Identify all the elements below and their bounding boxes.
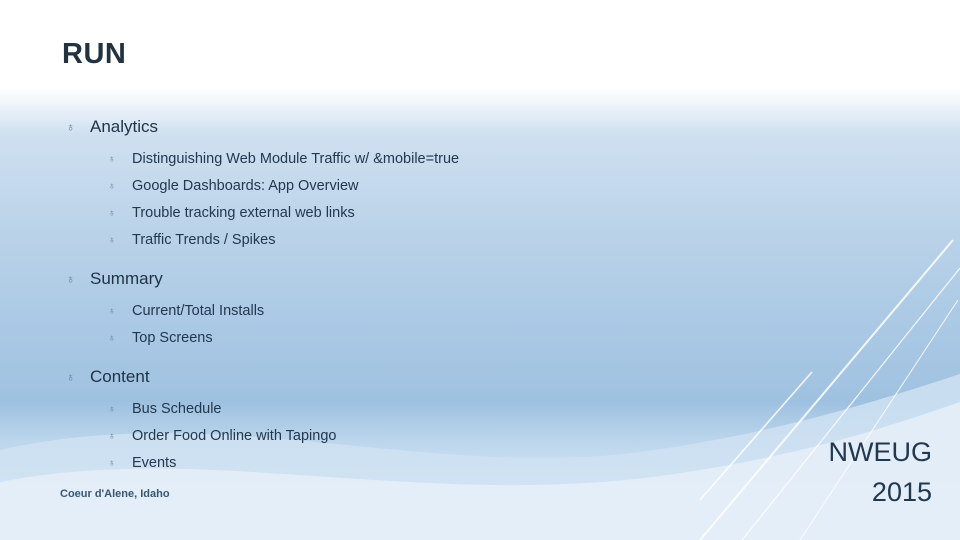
section-heading-label: Content [90,367,150,386]
section-summary: ♁ Summary ♁ Current/Total Installs ♁ Top… [60,262,760,352]
list-item: ♁ Bus Schedule [60,396,760,423]
section-heading: ♁ Summary [60,262,760,296]
section-analytics: ♁ Analytics ♁ Distinguishing Web Module … [60,110,760,254]
bullet-icon: ♁ [66,120,75,134]
list-item: ♁ Trouble tracking external web links [60,200,760,227]
list-item-label: Traffic Trends / Spikes [132,232,276,248]
slide-background-top [0,0,960,100]
bullet-icon: ♁ [66,272,75,286]
list-item: ♁ Current/Total Installs [60,298,760,325]
bullet-icon: ♁ [108,306,116,317]
section-heading-label: Analytics [90,117,159,136]
list-item-label: Order Food Online with Tapingo [132,428,337,444]
list-item-label: Trouble tracking external web links [132,205,355,221]
bullet-icon: ♁ [108,154,116,165]
bullet-icon: ♁ [108,333,116,344]
list-item-label: Google Dashboards: App Overview [132,178,359,194]
section-heading: ♁ Content [60,360,760,394]
section-heading: ♁ Analytics [60,110,760,144]
list-item: ♁ Traffic Trends / Spikes [60,227,760,254]
list-item-label: Top Screens [132,330,213,346]
slide: RUN ♁ Analytics ♁ Distinguishing Web Mod… [0,0,960,540]
section-heading-label: Summary [90,269,163,288]
list-item-label: Events [132,455,177,471]
bullet-icon: ♁ [66,370,75,384]
bullet-icon: ♁ [108,431,116,442]
bullet-icon: ♁ [108,404,116,415]
list-item: ♁ Google Dashboards: App Overview [60,173,760,200]
conference-name: NWEUG [828,437,933,467]
list-item: ♁ Order Food Online with Tapingo [60,423,760,450]
section-content: ♁ Content ♁ Bus Schedule ♁ Order Food On… [60,360,760,477]
list-item: ♁ Events [60,450,760,477]
bullet-icon: ♁ [108,208,116,219]
list-item-label: Distinguishing Web Module Traffic w/ &mo… [132,151,460,167]
list-item: ♁ Distinguishing Web Module Traffic w/ &… [60,146,760,173]
list-item: ♁ Top Screens [60,325,760,352]
bullet-icon: ♁ [108,235,116,246]
slide-title: RUN [62,38,127,70]
list-item-label: Current/Total Installs [132,303,265,319]
conference-brand: NWEUG 2015 [732,432,933,512]
bullet-icon: ♁ [108,181,116,192]
conference-year: 2015 [871,477,932,507]
footer-location: Coeur d'Alene, Idaho [60,488,170,500]
list-item-label: Bus Schedule [132,401,222,417]
slide-content-list: ♁ Analytics ♁ Distinguishing Web Module … [60,110,760,485]
bullet-icon: ♁ [108,458,116,469]
